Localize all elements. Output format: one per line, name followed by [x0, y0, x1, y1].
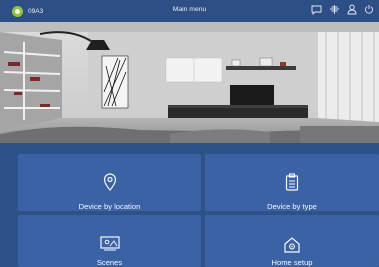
- scenes-tile[interactable]: Scenes: [18, 215, 201, 267]
- chat-icon[interactable]: [311, 5, 322, 15]
- tile-label: Device by location: [78, 202, 141, 211]
- network-icon[interactable]: [329, 4, 340, 15]
- clipboard-icon: [285, 173, 299, 191]
- tile-label: Home setup: [271, 258, 313, 267]
- status-bar: 09A3 Main menu: [0, 0, 379, 22]
- device-by-type-tile[interactable]: Device by type: [205, 154, 379, 211]
- status-actions: [311, 4, 374, 15]
- main-menu-grid: Device by location Device by type Scenes: [0, 143, 379, 267]
- tile-label: Scenes: [96, 258, 123, 267]
- device-by-location-tile[interactable]: Device by location: [18, 154, 201, 211]
- power-icon[interactable]: [364, 4, 374, 15]
- tile-label: Device by type: [267, 202, 317, 211]
- scenes-icon: [99, 236, 120, 251]
- home-setup-tile[interactable]: Home setup: [205, 215, 379, 267]
- user-icon[interactable]: [347, 4, 357, 15]
- location-pin-icon: [103, 173, 116, 191]
- living-room-photo: [0, 22, 379, 143]
- home-gear-icon: [284, 237, 300, 253]
